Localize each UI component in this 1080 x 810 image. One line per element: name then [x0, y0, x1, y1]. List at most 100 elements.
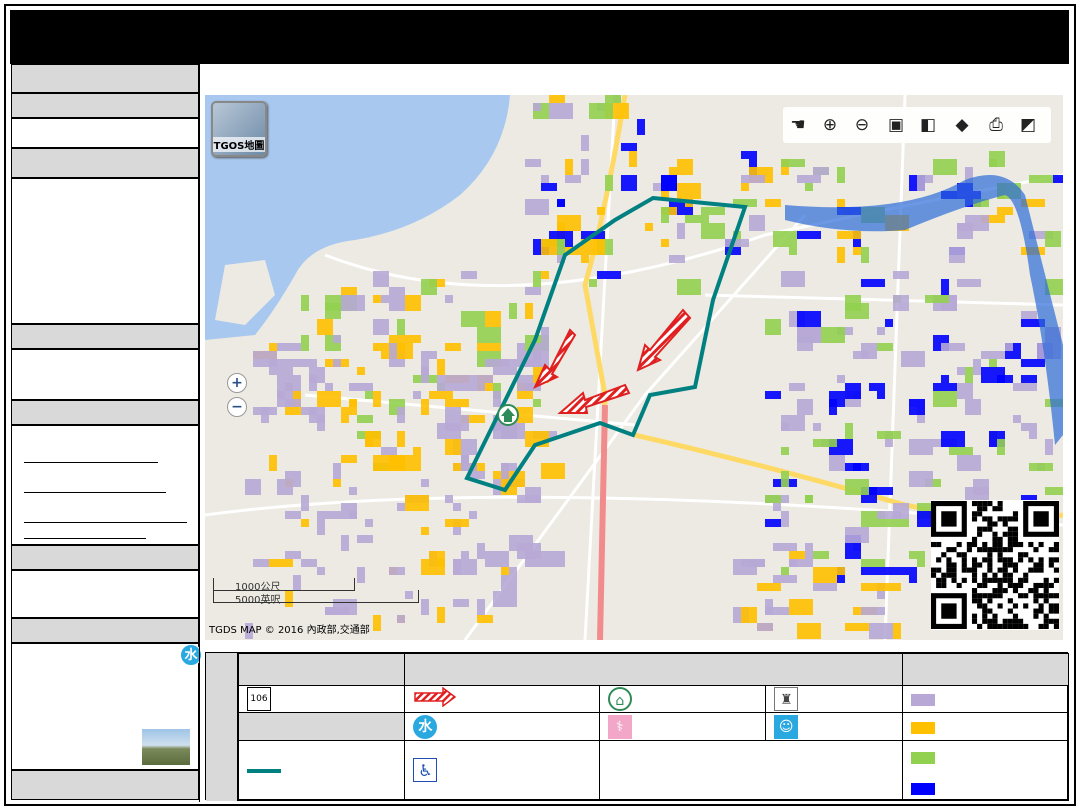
hazard-cell: [349, 383, 373, 391]
hazard-cell: [781, 511, 789, 527]
nursing-legend: ☺: [765, 712, 903, 741]
hazard-cell: [853, 463, 869, 471]
hazard-cell: [541, 463, 565, 479]
info-header-6: [11, 545, 199, 570]
hazard-cell: [485, 311, 501, 327]
scale-imperial-label: 5000英呎: [235, 595, 281, 606]
hazard-cell: [765, 519, 781, 527]
hazard-cell: [1021, 423, 1029, 431]
hazard-cell: [677, 159, 693, 167]
hazard-cell: [461, 455, 469, 463]
hazard-cell: [749, 215, 765, 231]
hazard-cell: [941, 343, 965, 351]
hazard-cell: [445, 295, 453, 303]
area-icon[interactable]: ◆: [949, 112, 975, 138]
hazard-cell: [1029, 175, 1053, 183]
map-view[interactable]: TGOS地圖 ☚ ⊕ ⊖ ▣ ◧ ◆ ⎙ ◩ + − 1000公尺 5000英呎…: [205, 95, 1063, 640]
blue-swatch: [910, 782, 935, 795]
evacuation-arrow-icon: [414, 686, 457, 708]
hazard-cell: [765, 599, 773, 615]
accessible-icon: ♿: [413, 758, 438, 783]
zoom-out-icon[interactable]: ⊖: [849, 112, 875, 138]
hazard-cell: [789, 551, 805, 559]
hazard-cell: [317, 511, 325, 519]
map-zoom-out-button[interactable]: −: [227, 397, 247, 417]
blank-line: [24, 462, 158, 463]
map-zoom-in-button[interactable]: +: [227, 373, 247, 393]
hazard-cell: [317, 391, 341, 407]
hazard-cell: [893, 295, 909, 311]
taiwan-icon[interactable]: ◧: [915, 112, 941, 138]
hand-icon[interactable]: ☚: [785, 112, 811, 138]
hazard-cell: [533, 343, 549, 359]
hazard-cell: [301, 495, 309, 511]
hazard-cell: [781, 447, 789, 455]
hazard-cell: [973, 359, 981, 375]
full-extent-icon[interactable]: ▣: [883, 112, 909, 138]
hazard-cell: [773, 575, 797, 583]
hazard-cell: [1021, 311, 1037, 319]
hazard-cell: [733, 559, 757, 575]
orange-legend: [901, 712, 1070, 741]
hazard-cell: [797, 231, 821, 239]
hazard-cell: [445, 407, 461, 415]
hazard-cell: [789, 383, 805, 391]
hazard-cell: [669, 255, 685, 263]
hazard-cell: [781, 159, 805, 167]
info-field-1: [11, 118, 199, 148]
hazard-cell: [861, 583, 885, 591]
hazard-cell: [669, 167, 693, 175]
hazard-cell: [557, 215, 581, 231]
hazard-cell: [869, 487, 893, 495]
hazard-cell: [453, 463, 461, 471]
hazard-cell: [861, 607, 885, 615]
hazard-cell: [885, 319, 893, 327]
hazard-cell: [285, 551, 301, 559]
hazard-cell: [317, 415, 325, 431]
hazard-cell: [549, 95, 565, 103]
hazard-cell: [525, 383, 533, 391]
hazard-cell: [773, 503, 781, 511]
accessible-legend: ♿: [404, 739, 600, 802]
hazard-cell: [941, 279, 949, 295]
hazard-cell: [517, 343, 525, 351]
hazard-cell: [981, 351, 1005, 359]
hazard-cell: [909, 439, 933, 455]
hazard-cell: [269, 559, 293, 567]
legend-header-3: [901, 653, 1070, 686]
hazard-cell: [829, 399, 837, 415]
eraser-icon[interactable]: ◩: [1015, 112, 1041, 138]
print-icon[interactable]: ⎙: [983, 112, 1009, 138]
police-station-icon: ♜: [774, 687, 799, 712]
hazard-cell: [269, 455, 277, 471]
hazard-cell: [933, 159, 957, 175]
hazard-cell: [413, 447, 421, 455]
hazard-cell: [941, 431, 965, 447]
hazard-cell: [605, 95, 621, 103]
evacuation-arrow-legend: [404, 684, 600, 714]
hazard-cell: [461, 311, 485, 327]
hazard-cell: [349, 511, 357, 519]
hazard-cell: [741, 183, 749, 191]
hazard-cell: [1045, 487, 1063, 495]
hazard-cell: [1013, 383, 1037, 391]
hazard-cell: [397, 335, 421, 343]
hazard-cell: [1029, 463, 1053, 471]
hazard-cell: [493, 391, 501, 407]
hazard-cell: [957, 367, 965, 375]
tgos-map-logo[interactable]: TGOS地圖: [211, 101, 267, 157]
hazard-cell: [349, 487, 357, 495]
hazard-cell: [797, 175, 821, 183]
hazard-cell: [445, 439, 461, 455]
zoom-in-icon[interactable]: ⊕: [817, 112, 843, 138]
hazard-cell: [525, 487, 541, 503]
hazard-cell: [285, 511, 301, 519]
hazard-cell: [837, 247, 845, 263]
hazard-cell: [469, 271, 477, 279]
hazard-cell: [909, 399, 925, 415]
hazard-cell: [421, 527, 429, 535]
hazard-cell: [861, 279, 885, 287]
hazard-cell: [1045, 231, 1061, 247]
hazard-cell: [525, 287, 541, 295]
hazard-cell: [477, 343, 501, 351]
